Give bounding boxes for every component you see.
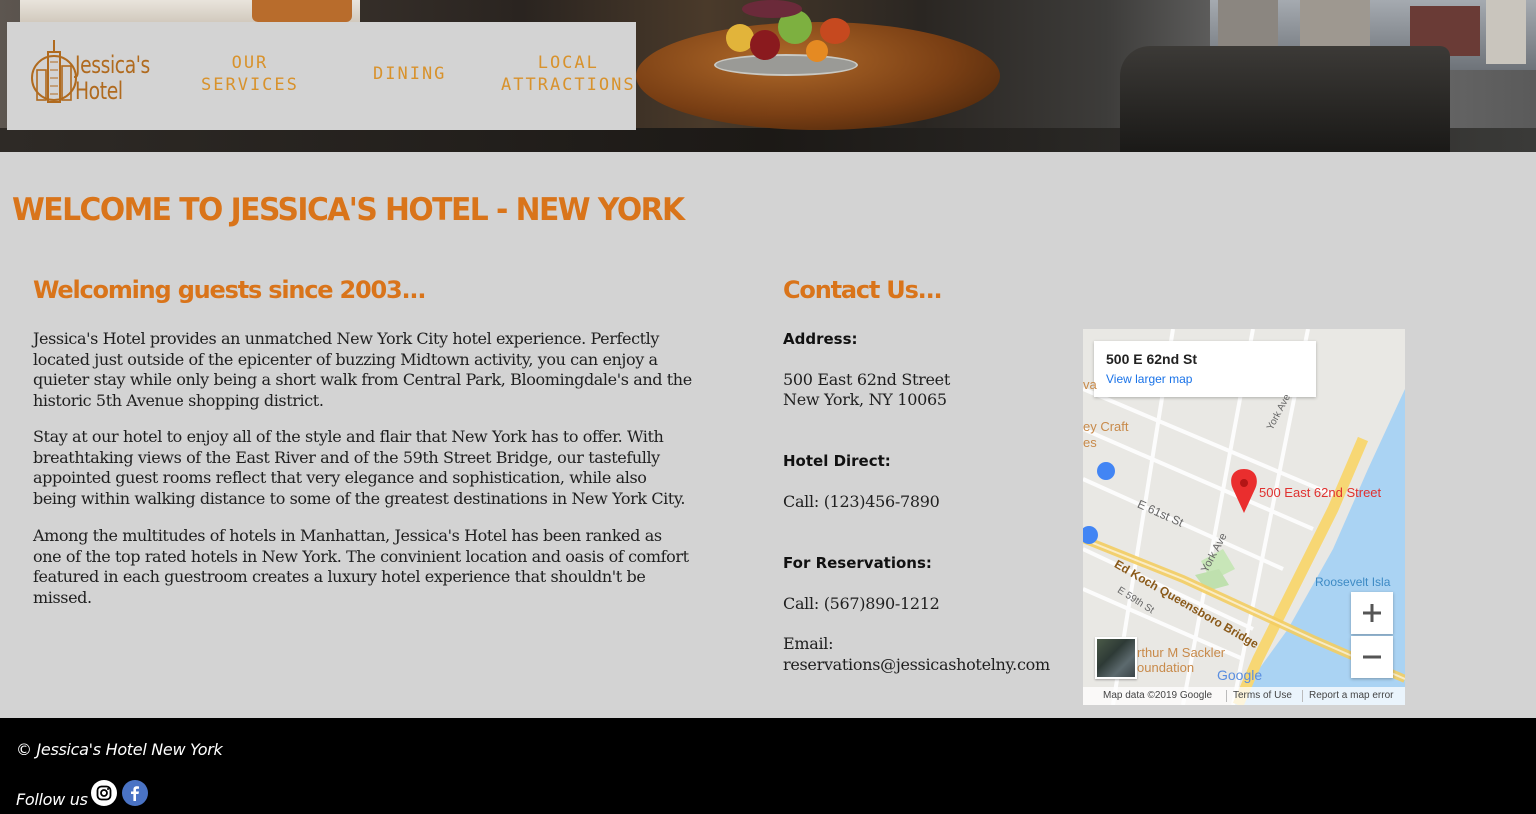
nav-label-line1: DINING xyxy=(373,64,447,84)
nav-local-attractions[interactable]: LOCAL ATTRACTIONS xyxy=(501,52,636,96)
footer: © Jessica's Hotel New York Follow us xyxy=(0,718,1536,814)
logo-text-line1: Jessica's xyxy=(75,51,150,79)
satellite-view-toggle[interactable] xyxy=(1095,637,1137,679)
divider xyxy=(1226,690,1227,702)
map-area-label: Roosevelt Isla xyxy=(1315,575,1391,589)
logo-wordmark: Jessica's Hotel xyxy=(75,52,153,104)
contact-heading: Contact Us... xyxy=(783,276,943,304)
map-attribution-bar: Map data ©2019 Google Terms of Use Repor… xyxy=(1083,687,1405,705)
nav-label-line1: LOCAL xyxy=(537,53,599,73)
nav-label-line2: ATTRACTIONS xyxy=(501,75,636,95)
logo-text-line2: Hotel xyxy=(75,77,123,105)
hotel-direct-phone[interactable]: Call: (123)456-7890 xyxy=(783,492,940,513)
instagram-icon xyxy=(96,785,112,801)
hero-pillow-image xyxy=(252,0,352,22)
map-poi-label: rthur M Sackler xyxy=(1137,645,1226,660)
hero-chair-image xyxy=(1120,46,1450,152)
follow-us-label: Follow us xyxy=(16,790,88,809)
hero-fruit-image xyxy=(806,40,828,62)
hero-fruit-image xyxy=(820,18,850,44)
terms-link[interactable]: Terms of Use xyxy=(1233,690,1292,701)
navbar: Jessica's Hotel OUR SERVICES DINING LOCA… xyxy=(7,22,636,130)
building-logo-icon xyxy=(31,40,77,103)
about-paragraph: Stay at our hotel to enjoy all of the st… xyxy=(33,427,686,508)
zoom-in-button[interactable] xyxy=(1351,592,1393,634)
map-poi-label: oundation xyxy=(1137,660,1195,675)
facebook-link[interactable] xyxy=(122,780,148,806)
reservations-phone[interactable]: Call: (567)890-1212 xyxy=(783,594,940,615)
embedded-map[interactable]: 500 E 62nd St View larger map 500 East 6… xyxy=(1083,329,1405,705)
reservations-label: For Reservations: xyxy=(783,554,932,572)
facebook-icon xyxy=(131,786,139,801)
instagram-link[interactable] xyxy=(91,780,117,806)
divider xyxy=(1302,690,1303,702)
email-label: Email: xyxy=(783,634,834,653)
hero-fruit-bowl-image xyxy=(714,54,858,76)
minus-icon xyxy=(1363,655,1381,659)
email-link[interactable]: reservations@jessicashotelny.com xyxy=(783,655,1050,676)
copyright-text: © Jessica's Hotel New York xyxy=(16,740,223,759)
nav-dining[interactable]: DINING xyxy=(373,63,446,85)
about-heading: Welcoming guests since 2003... xyxy=(33,276,426,304)
view-larger-map-link[interactable]: View larger map xyxy=(1106,372,1192,386)
hero-fruit-image xyxy=(750,30,780,60)
hotel-direct-label: Hotel Direct: xyxy=(783,452,891,470)
page-title: WELCOME TO JESSICA'S HOTEL - NEW YORK xyxy=(12,192,685,228)
map-pin-label: 500 East 62nd Street xyxy=(1259,485,1382,500)
google-logo: Google xyxy=(1217,667,1263,683)
hero-building-image xyxy=(1486,0,1526,64)
nav-label-line1: OUR xyxy=(231,53,269,73)
hotel-logo[interactable]: Jessica's Hotel xyxy=(29,36,169,114)
map-data-text: Map data ©2019 Google xyxy=(1103,690,1213,701)
map-poi-label: va xyxy=(1083,377,1097,392)
address-line2: New York, NY 10065 xyxy=(783,390,947,409)
map-poi-label: es xyxy=(1083,435,1097,450)
about-paragraph: Jessica's Hotel provides an unmatched Ne… xyxy=(33,329,692,410)
plus-icon xyxy=(1363,604,1381,622)
address-line1: 500 East 62nd Street xyxy=(783,370,950,389)
map-info-card: 500 E 62nd St View larger map xyxy=(1094,341,1316,397)
zoom-out-button[interactable] xyxy=(1351,636,1393,678)
map-card-address: 500 E 62nd St xyxy=(1106,351,1198,367)
hero-grapes-image xyxy=(742,0,802,18)
hero-banner: Jessica's Hotel OUR SERVICES DINING LOCA… xyxy=(0,0,1536,152)
hero-table-image xyxy=(636,22,1000,130)
address-label: Address: xyxy=(783,330,858,348)
nav-label-line2: SERVICES xyxy=(201,75,299,95)
nav-our-services[interactable]: OUR SERVICES xyxy=(201,52,299,96)
report-map-error-link[interactable]: Report a map error xyxy=(1309,690,1393,701)
map-poi-label: ey Craft xyxy=(1083,419,1129,434)
about-paragraph: Among the multitudes of hotels in Manhat… xyxy=(33,526,689,607)
